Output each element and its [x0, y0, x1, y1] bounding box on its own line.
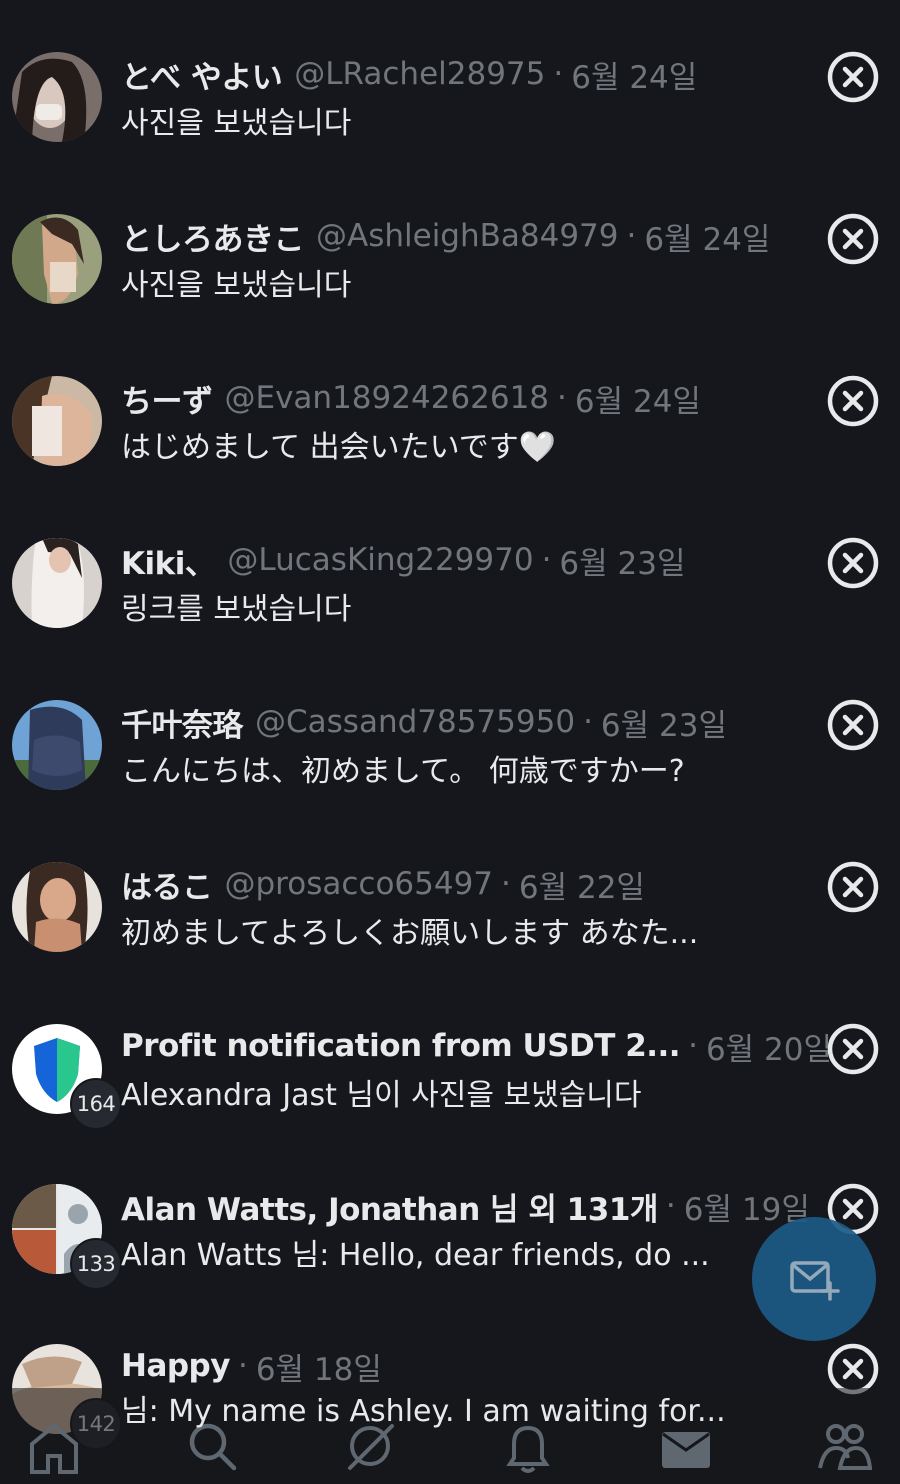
separator-dot: · — [557, 380, 567, 416]
sender-name: はるこ — [121, 869, 213, 906]
conversation-header: Kiki、 @LucasKing229970 · 6월 23일 — [121, 538, 686, 582]
conversation-row[interactable]: ちーず @Evan18924262618 · 6월 24일 はじめまして 出会い… — [0, 324, 900, 486]
separator-dot: · — [553, 56, 564, 92]
conversation-row[interactable]: 千叶奈珞 @Cassand78575950 · 6월 23일 こんにちは、初めま… — [0, 648, 900, 810]
separator-dot: · — [501, 866, 511, 902]
conversation-row[interactable]: Kiki、 @LucasKing229970 · 6월 23일 링크를 보냈습니… — [0, 486, 900, 648]
conversation-header: はるこ @prosacco65497 · 6월 22일 — [121, 862, 645, 906]
message-preview: Alexandra Jast 님이 사진을 보냈습니다 — [121, 1078, 642, 1113]
new-message-icon — [790, 1261, 840, 1301]
sender-handle: @prosacco65497 — [224, 866, 494, 902]
sender-name: 千叶奈珞 — [121, 707, 244, 744]
conversation-row[interactable]: とべ やよい @LRachel28975 · 6월 24일 사진을 보냈습니다 — [0, 0, 900, 162]
sender-name: Kiki、 — [121, 545, 216, 582]
separator-dot: · — [626, 218, 637, 254]
conversation-header: Alan Watts, Jonathan 님 외 131개 · 6월 19일 — [121, 1184, 810, 1228]
message-date: 6월 23일 — [559, 545, 686, 582]
message-date: 6월 24일 — [574, 383, 701, 420]
message-date: 6월 24일 — [571, 59, 698, 96]
conversation-row[interactable]: としろあきこ @AshleighBa84979 · 6월 24일 사진을 보냈습… — [0, 162, 900, 324]
avatar[interactable] — [12, 538, 102, 628]
message-preview: こんにちは、初めまして。 何歳ですかー? — [121, 754, 685, 789]
close-icon[interactable] — [826, 374, 880, 428]
conversation-header: 千叶奈珞 @Cassand78575950 · 6월 23일 — [121, 700, 727, 744]
close-icon[interactable] — [826, 698, 880, 752]
message-preview: 사진을 보냈습니다 — [121, 268, 352, 303]
sender-handle: @LRachel28975 — [294, 56, 546, 92]
message-date: 6월 22일 — [518, 869, 645, 906]
separator-dot: · — [541, 542, 552, 578]
message-preview: 링크를 보냈습니다 — [121, 592, 352, 627]
conversation-header: とべ やよい @LRachel28975 · 6월 24일 — [121, 52, 697, 96]
conversation-header: としろあきこ @AshleighBa84979 · 6월 24일 — [121, 214, 770, 258]
close-icon[interactable] — [826, 212, 880, 266]
avatar[interactable] — [12, 52, 102, 142]
message-preview: Alan Watts 님: Hello, dear friends, do ..… — [121, 1238, 710, 1273]
message-preview: 初めましてよろしくお願いします あなた... — [121, 916, 699, 951]
avatar[interactable] — [12, 214, 102, 304]
separator-dot: · — [583, 704, 593, 740]
sender-handle: @LucasKing229970 — [227, 542, 534, 578]
communities-icon[interactable] — [816, 1418, 872, 1474]
conversation-row[interactable]: はるこ @prosacco65497 · 6월 22일 初めましてよろしくお願い… — [0, 810, 900, 972]
message-preview: 님: My name is Ashley. I am waiting for..… — [121, 1394, 726, 1429]
unread-count-badge: 164 — [70, 1078, 122, 1130]
new-message-button[interactable] — [752, 1217, 876, 1341]
sender-handle: @Cassand78575950 — [255, 704, 576, 740]
sender-name: とべ やよい — [121, 59, 283, 96]
avatar[interactable] — [12, 862, 102, 952]
message-date: 6월 20일 — [705, 1031, 833, 1068]
separator-dot: · — [688, 1028, 698, 1064]
avatar[interactable] — [12, 700, 102, 790]
sender-name: ちーず — [121, 383, 213, 420]
message-preview: はじめまして 出会いたいです🤍 — [121, 430, 557, 465]
sender-name: Alan Watts, Jonathan 님 외 131개 — [121, 1191, 658, 1228]
sender-handle: @AshleighBa84979 — [316, 218, 619, 254]
home-icon[interactable] — [26, 1418, 82, 1474]
conversation-header: ちーず @Evan18924262618 · 6월 24일 — [121, 376, 701, 420]
conversation-row[interactable]: 164 Profit notification from USDT 2... ·… — [0, 972, 900, 1134]
separator-dot: · — [665, 1188, 676, 1224]
close-icon[interactable] — [826, 860, 880, 914]
message-date: 6월 24일 — [644, 221, 771, 258]
separator-dot: · — [237, 1348, 248, 1384]
avatar[interactable] — [12, 376, 102, 466]
conversation-header: Happy · 6월 18일 — [121, 1344, 382, 1388]
message-date: 6월 18일 — [255, 1351, 382, 1388]
conversation-header: Profit notification from USDT 2... · 6월 … — [121, 1024, 832, 1068]
sender-name: Profit notification from USDT 2... — [121, 1028, 681, 1064]
sender-name: Happy — [121, 1348, 230, 1384]
message-preview: 사진을 보냈습니다 — [121, 106, 352, 141]
close-icon[interactable] — [826, 536, 880, 590]
close-icon[interactable] — [826, 50, 880, 104]
sender-name: としろあきこ — [121, 221, 305, 258]
unread-count-badge: 133 — [70, 1238, 122, 1290]
sender-handle: @Evan18924262618 — [224, 380, 550, 416]
close-icon[interactable] — [826, 1022, 880, 1076]
message-date: 6월 23일 — [600, 707, 727, 744]
